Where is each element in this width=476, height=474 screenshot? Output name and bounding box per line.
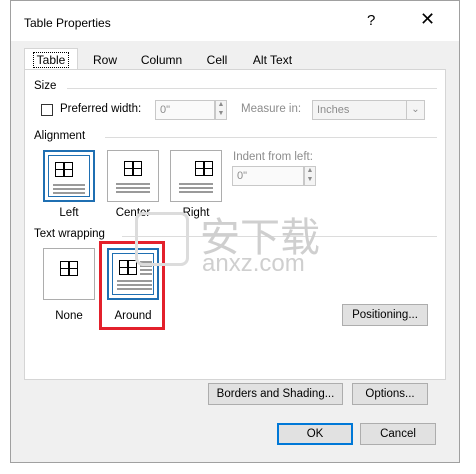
- indent-from-left-label: Indent from left:: [233, 151, 313, 163]
- table-center-icon: [124, 161, 142, 176]
- tab-cell[interactable]: Cell: [203, 51, 231, 69]
- preferred-width-label: Preferred width:: [60, 103, 142, 115]
- tab-alt-text[interactable]: Alt Text: [249, 51, 296, 69]
- align-left-label: Left: [59, 207, 79, 219]
- measure-in-label: Measure in:: [241, 103, 302, 115]
- watermark-shield-icon: [135, 212, 189, 266]
- measure-in-value: Inches: [317, 104, 350, 116]
- size-divider: [67, 88, 437, 89]
- text-wrapping-section-label: Text wrapping: [34, 228, 105, 240]
- tab-column[interactable]: Column: [138, 51, 185, 69]
- align-center-option[interactable]: [107, 150, 159, 202]
- close-icon[interactable]: ✕: [420, 9, 435, 30]
- wrap-none-label: None: [55, 310, 83, 322]
- size-section-label: Size: [34, 80, 57, 92]
- tab-table[interactable]: Table: [24, 48, 78, 71]
- alignment-divider: [105, 137, 437, 138]
- measure-in-select[interactable]: Inches ⌄: [312, 100, 425, 120]
- table-no-wrap-icon: [60, 261, 78, 276]
- tab-row[interactable]: Row: [91, 51, 119, 69]
- preferred-width-input[interactable]: 0": [155, 100, 215, 120]
- wrap-none-option[interactable]: [43, 248, 95, 300]
- title-bar: Table Properties ? ✕: [11, 1, 459, 41]
- cancel-button[interactable]: Cancel: [360, 423, 436, 445]
- help-button[interactable]: ?: [367, 12, 375, 29]
- align-right-option[interactable]: [170, 150, 222, 202]
- indent-from-left-input[interactable]: 0": [232, 166, 304, 186]
- alignment-section-label: Alignment: [34, 130, 86, 142]
- watermark-subtext: anxz.com: [202, 250, 305, 277]
- preferred-width-spinner[interactable]: ▲ ▼: [215, 100, 227, 120]
- align-left-option[interactable]: [43, 150, 95, 202]
- preferred-width-checkbox[interactable]: [41, 104, 53, 116]
- dialog-title: Table Properties: [24, 16, 111, 30]
- table-left-icon: [55, 162, 73, 177]
- table-right-icon: [195, 161, 213, 176]
- ok-button[interactable]: OK: [277, 423, 353, 445]
- options-button[interactable]: Options...: [352, 383, 428, 405]
- indent-from-left-spinner[interactable]: ▲ ▼: [304, 166, 316, 186]
- borders-and-shading-button[interactable]: Borders and Shading...: [208, 383, 343, 405]
- chevron-down-icon: ⌄: [406, 101, 424, 119]
- positioning-button[interactable]: Positioning...: [342, 304, 428, 326]
